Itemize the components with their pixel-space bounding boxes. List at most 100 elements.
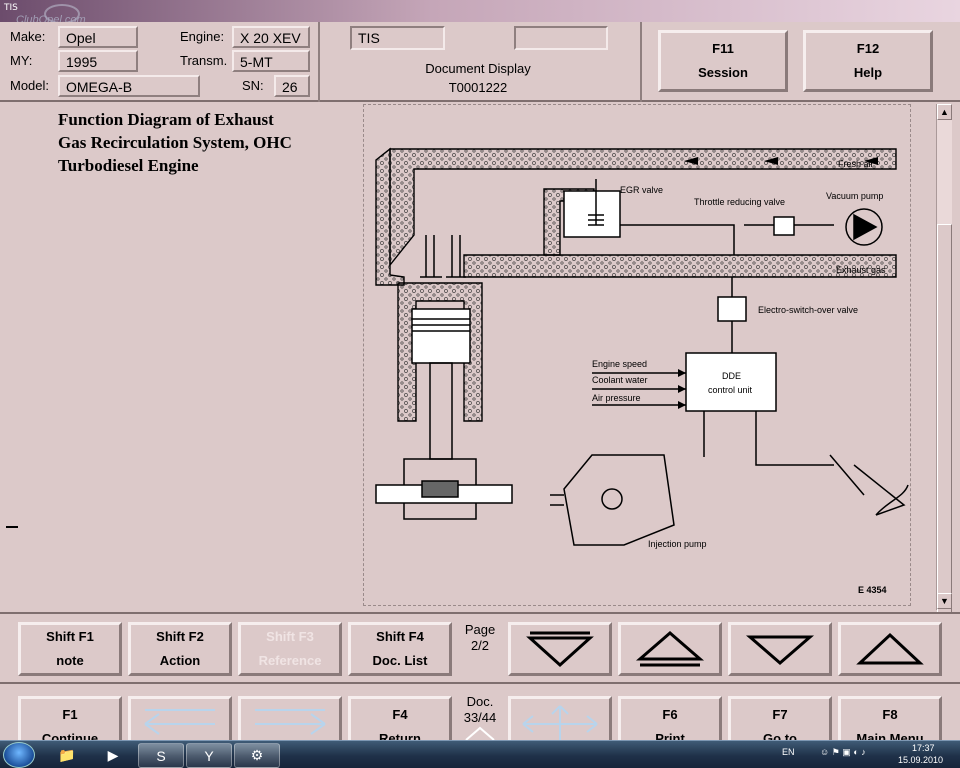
language-indicator[interactable]: EN	[782, 747, 795, 757]
page-value: 2/2	[470, 638, 490, 653]
piston	[411, 308, 471, 364]
doc-list-button[interactable]: Shift F4 Doc. List	[348, 622, 452, 676]
label-coolant-water: Coolant water	[592, 375, 648, 385]
action-button[interactable]: Shift F2 Action	[128, 622, 232, 676]
media-player-icon[interactable]: ▶	[90, 743, 136, 768]
control-lines	[703, 411, 834, 466]
help-button[interactable]: F12 Help	[803, 30, 933, 92]
go-to-key: F7	[772, 707, 788, 722]
label-air-pressure: Air pressure	[592, 393, 641, 403]
document-display-label: Document Display	[425, 61, 531, 76]
make-label: Make:	[10, 29, 46, 44]
document-id: T0001222	[448, 80, 508, 95]
intake-valve	[420, 235, 442, 278]
document-blank-field	[514, 26, 608, 50]
label-vacuum-pump: Vacuum pump	[826, 191, 883, 201]
main-menu-key: F8	[882, 707, 898, 722]
title-line-1: Function Diagram of Exhaust	[58, 110, 274, 129]
label-fresh-air: Fresh air	[838, 159, 874, 169]
header-divider-right	[640, 22, 642, 102]
dde-control-unit	[685, 352, 777, 412]
exhaust-valve	[446, 235, 466, 278]
reference-key: Shift F3	[266, 629, 314, 644]
skype-icon[interactable]: S	[138, 743, 184, 768]
window-titlebar[interactable]: TIS ClubOpel.com	[0, 0, 960, 26]
label-egr-valve: EGR valve	[620, 185, 663, 195]
egr-function-diagram: Fresh air EGR valve Throttle reducing va…	[363, 104, 911, 606]
make-field: Opel	[58, 26, 138, 48]
document-title: Function Diagram of Exhaust Gas Recircul…	[58, 108, 292, 177]
label-throttle-valve: Throttle reducing valve	[694, 197, 785, 207]
page-down-button[interactable]	[728, 622, 832, 676]
last-page-icon	[635, 631, 705, 667]
label-exhaust-gas: Exhaust gas	[836, 265, 886, 275]
session-button[interactable]: F11 Session	[658, 30, 788, 92]
transm-label: Transm.	[180, 53, 228, 68]
label-engine-speed: Engine speed	[592, 359, 647, 369]
explorer-folder-icon[interactable]: 📁	[44, 743, 90, 768]
label-injection-pump: Injection pump	[648, 539, 707, 549]
windows-taskbar: 📁 ▶ S Y ⚙ EN ☺ ⚑ ▣ ◐ ♪ 17:37 15.09.2010	[0, 740, 960, 768]
document-counter: Doc. 33/44	[456, 694, 504, 726]
vertical-scrollbar[interactable]: ▲ ▼	[936, 104, 952, 644]
model-field: OMEGA-B	[58, 75, 200, 97]
tray-icons[interactable]: ☺ ⚑ ▣ ◐ ♪	[820, 747, 866, 758]
clock-date[interactable]: 15.09.2010	[898, 755, 943, 765]
intake-pipe	[389, 148, 897, 267]
tis-field: TIS	[350, 26, 445, 50]
clock-time[interactable]: 17:37	[912, 743, 935, 753]
engine-label: Engine:	[180, 29, 225, 44]
window-title: TIS	[4, 3, 18, 13]
figure-reference: E 4354	[858, 585, 887, 595]
scroll-thumb[interactable]	[937, 224, 952, 644]
last-page-button[interactable]	[618, 622, 722, 676]
action-key: Shift F2	[156, 629, 204, 644]
arrow-left-icon	[144, 709, 215, 735]
tis-application-window: TIS ClubOpel.com Make: Opel MY: 1995 Mod…	[0, 0, 960, 768]
page-up-button[interactable]	[838, 622, 942, 676]
note-label: note	[56, 653, 84, 668]
reference-label: Reference	[258, 653, 322, 668]
return-key: F4	[392, 707, 408, 722]
tis-app-icon[interactable]: ⚙	[234, 743, 280, 768]
first-page-button[interactable]	[508, 622, 612, 676]
note-button[interactable]: Shift F1 note	[18, 622, 122, 676]
label-switch-valve: Electro-switch-over valve	[758, 305, 858, 315]
note-key: Shift F1	[46, 629, 94, 644]
doc-label: Doc.	[466, 694, 494, 709]
cursor-marker	[6, 526, 18, 528]
session-key: F11	[712, 41, 734, 56]
title-line-3: Turbodiesel Engine	[58, 156, 199, 175]
doc-value: 33/44	[463, 710, 497, 725]
print-key: F6	[662, 707, 678, 722]
start-orb-icon[interactable]	[3, 742, 35, 768]
doc-list-label: Doc. List	[372, 653, 428, 668]
reference-button: Shift F3 Reference	[238, 622, 342, 676]
doc-list-key: Shift F4	[376, 629, 424, 644]
label-dde: DDE	[722, 371, 741, 381]
engine-field: X 20 XEV	[232, 26, 310, 48]
scroll-up-icon[interactable]: ▲	[937, 104, 952, 120]
help-key: F12	[856, 41, 880, 56]
egr-valve-body	[563, 190, 621, 238]
scroll-down-icon[interactable]: ▼	[937, 593, 952, 609]
yahoo-messenger-icon[interactable]: Y	[186, 743, 232, 768]
electro-switch-valve	[717, 296, 747, 322]
my-field: 1995	[58, 50, 138, 72]
action-label: Action	[159, 653, 201, 668]
my-label: MY:	[10, 53, 33, 68]
continue-key: F1	[62, 707, 78, 722]
connecting-rod	[429, 362, 453, 460]
sn-label: SN:	[242, 78, 264, 93]
model-label: Model:	[10, 78, 50, 93]
diagram-svg: Fresh air EGR valve Throttle reducing va…	[375, 147, 909, 595]
doc-up-icon	[465, 726, 495, 740]
page-label: Page	[464, 622, 496, 637]
label-control-unit: control unit	[708, 385, 753, 395]
throttle-reducing-valve	[773, 216, 795, 236]
page-down-icon	[745, 635, 815, 665]
arrow-right-icon	[255, 709, 326, 735]
first-page-icon	[526, 631, 594, 668]
vacuum-line	[620, 224, 834, 255]
header-divider	[318, 22, 320, 102]
